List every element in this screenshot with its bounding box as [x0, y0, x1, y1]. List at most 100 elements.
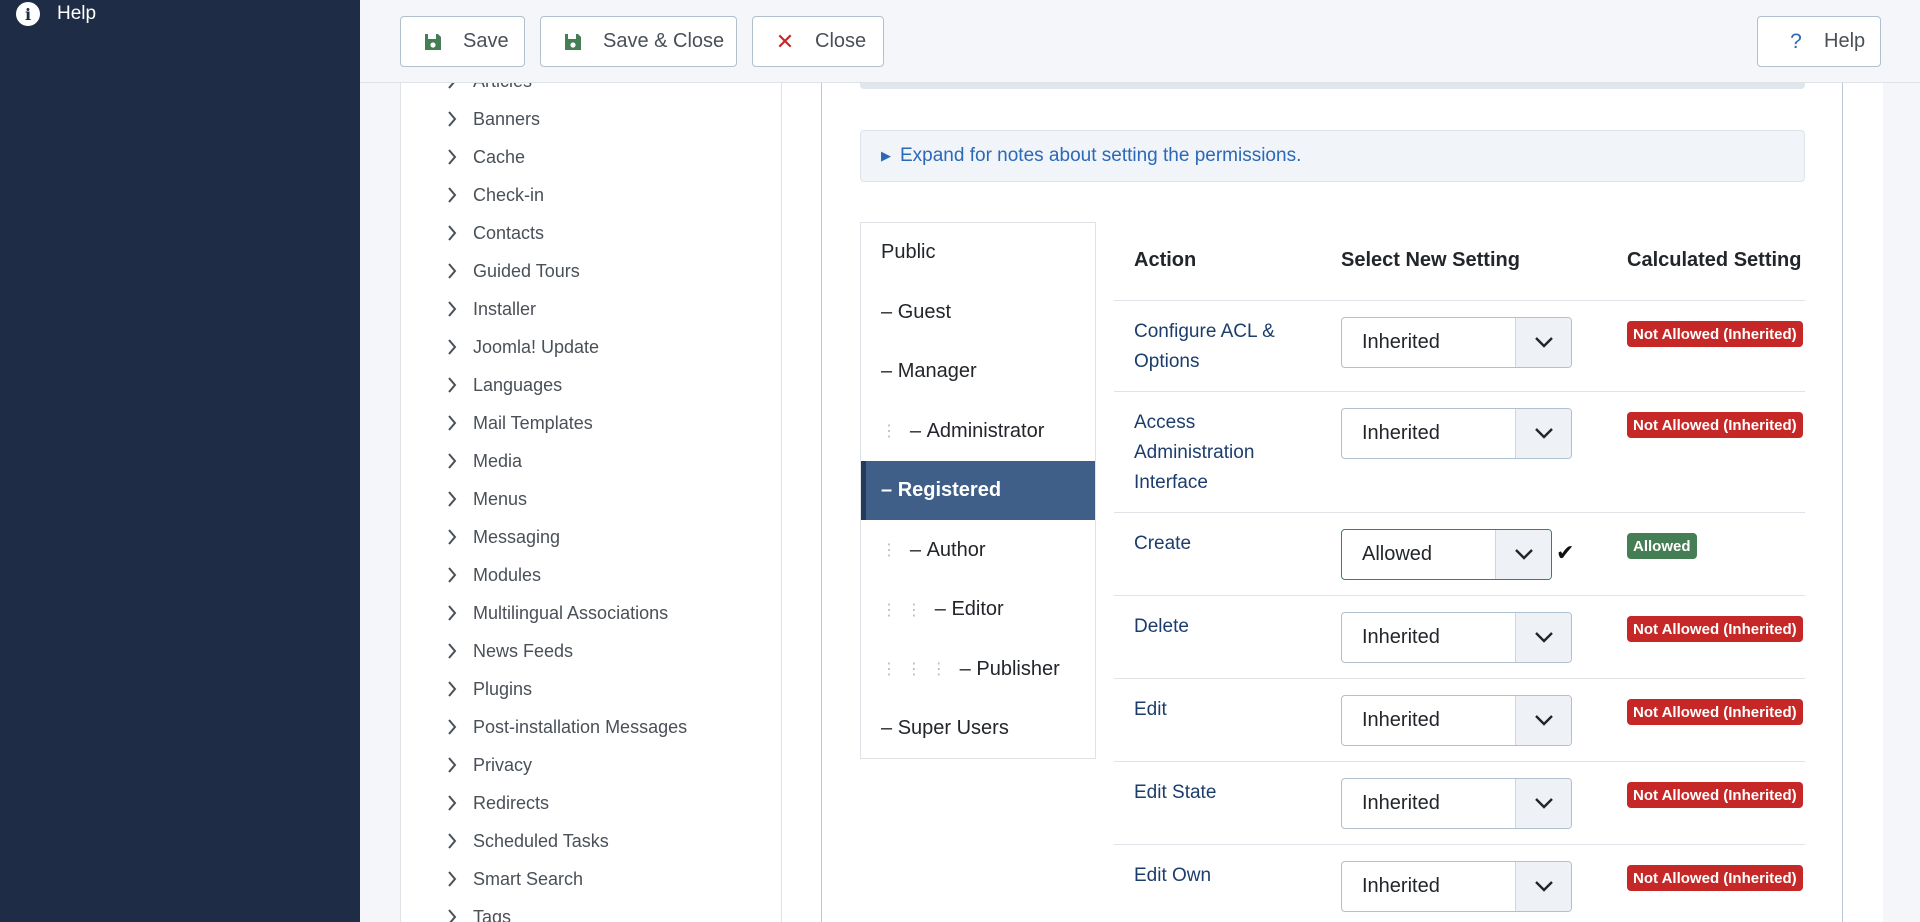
component-label: News Feeds [473, 640, 574, 661]
component-label: Tags [473, 906, 512, 922]
group-prefix: – [881, 479, 898, 501]
component-item[interactable]: Joomla! Update [447, 333, 599, 361]
calculated-setting-badge: Not Allowed (Inherited) [1627, 321, 1803, 347]
user-group-public[interactable]: Public [861, 223, 1095, 282]
user-group-manager[interactable]: – Manager [861, 342, 1095, 401]
sidebar-help-label: Help [57, 3, 97, 24]
calculated-setting-badge: Not Allowed (Inherited) [1627, 865, 1803, 891]
save-button[interactable]: Save [400, 16, 525, 67]
component-item[interactable]: Cache [447, 143, 525, 171]
user-group-administrator[interactable]: ⋮ – Administrator [861, 402, 1095, 461]
group-label: Guest [897, 300, 952, 323]
component-label: Modules [473, 564, 542, 585]
setting-select[interactable]: Inherited [1341, 861, 1572, 912]
setting-select[interactable]: Inherited [1341, 317, 1572, 368]
user-group-super-users[interactable]: – Super Users [861, 699, 1095, 758]
panel-top-strip [860, 83, 1805, 89]
sidebar-help-link[interactable]: i Help [16, 2, 96, 26]
chevron-right-icon [447, 529, 459, 545]
toolbar: Save Save & Close ✕ Close ? Help [360, 0, 1920, 83]
component-label: Media [473, 450, 523, 471]
action-label: Configure ACL & Options [1134, 321, 1275, 372]
user-group-publisher[interactable]: ⋮ ⋮ ⋮ – Publisher [861, 640, 1095, 699]
user-group-editor[interactable]: ⋮ ⋮ – Editor [861, 580, 1095, 639]
help-label: Help [1824, 30, 1866, 52]
component-item[interactable]: Guided Tours [447, 257, 580, 285]
setting-select[interactable]: Inherited [1341, 612, 1572, 663]
chevron-right-icon [447, 719, 459, 735]
user-group-registered[interactable]: – Registered [861, 461, 1095, 520]
component-item[interactable]: Redirects [447, 789, 549, 817]
chevron-right-icon [447, 339, 459, 355]
component-label: Banners [473, 108, 541, 129]
permission-row: Edit State Inherited Not Allowed (Inherite… [1114, 761, 1805, 844]
help-button[interactable]: ? Help [1757, 16, 1881, 67]
chevron-right-icon [447, 111, 459, 127]
setting-select[interactable]: Inherited [1341, 778, 1572, 829]
group-label: Publisher [976, 657, 1060, 680]
component-label: Articles [473, 83, 532, 92]
component-label: Mail Templates [473, 412, 593, 433]
component-item[interactable]: Messaging [447, 523, 560, 551]
component-item[interactable]: Scheduled Tasks [447, 827, 609, 855]
group-label: Registered [897, 479, 1002, 501]
permission-row: Create Allowed ✔ Allowed [1114, 512, 1805, 595]
permission-row: Access Administration Interface Inherited… [1114, 391, 1805, 512]
close-button[interactable]: ✕ Close [752, 16, 884, 67]
group-prefix: – [881, 300, 898, 323]
setting-select[interactable]: Inherited [1341, 408, 1572, 459]
drag-handle-icon: ⋮ [881, 423, 906, 440]
calculated-setting-badge: Not Allowed (Inherited) [1627, 782, 1803, 808]
action-label: Delete [1134, 616, 1189, 637]
component-item[interactable]: Check-in [447, 181, 544, 209]
action-label: Edit State [1134, 782, 1217, 803]
group-label: Author [926, 538, 986, 561]
component-item[interactable]: Installer [447, 295, 536, 323]
permission-row: Edit Inherited Not Allowed (Inherited) [1114, 678, 1805, 761]
component-item[interactable]: Articles [447, 83, 532, 95]
component-item[interactable]: Modules [447, 561, 541, 589]
component-list: Articles Banners Cache Check-in Contacts Guid… [401, 83, 782, 922]
component-label: Contacts [473, 222, 545, 243]
user-group-guest[interactable]: – Guest [861, 283, 1095, 342]
component-item[interactable]: Menus [447, 485, 527, 513]
component-item[interactable]: Contacts [447, 219, 544, 247]
component-label: Privacy [473, 754, 533, 775]
chevron-right-icon [447, 453, 459, 469]
expand-notes-toggle[interactable]: ▶ Expand for notes about setting the per… [860, 130, 1805, 182]
component-label: Cache [473, 146, 526, 167]
component-label: Multilingual Associations [473, 602, 669, 623]
setting-select[interactable]: Allowed [1341, 529, 1552, 580]
chevron-down-icon [1515, 862, 1571, 911]
component-item[interactable]: Privacy [447, 751, 532, 779]
component-label: Joomla! Update [473, 336, 600, 357]
save-close-button[interactable]: Save & Close [540, 16, 737, 67]
component-label: Messaging [473, 526, 561, 547]
component-label: Plugins [473, 678, 533, 699]
setting-select[interactable]: Inherited [1341, 695, 1572, 746]
component-item[interactable]: Banners [447, 105, 540, 133]
action-label: Access Administration Interface [1134, 412, 1255, 493]
chevron-right-icon [447, 643, 459, 659]
main-area: Save Save & Close ✕ Close ? Help Article… [360, 0, 1920, 922]
column-header-action: Action [1134, 249, 1197, 271]
drag-handle-icon: ⋮ ⋮ ⋮ [881, 661, 956, 678]
chevron-right-icon [447, 795, 459, 811]
component-item[interactable]: Mail Templates [447, 409, 593, 437]
component-item[interactable]: Tags [447, 903, 511, 922]
user-group-author[interactable]: ⋮ – Author [861, 521, 1095, 580]
component-item[interactable]: News Feeds [447, 637, 573, 665]
permission-row: Delete Inherited Not Allowed (Inherited) [1114, 595, 1805, 678]
setting-value: Inherited [1362, 792, 1440, 814]
component-item[interactable]: Multilingual Associations [447, 599, 668, 627]
checkmark-icon: ✔ [1556, 540, 1575, 565]
component-item[interactable]: Media [447, 447, 522, 475]
component-item[interactable]: Smart Search [447, 865, 583, 893]
setting-value: Inherited [1362, 331, 1440, 353]
component-item[interactable]: Languages [447, 371, 562, 399]
component-label: Post-installation Messages [473, 716, 688, 737]
component-item[interactable]: Post-installation Messages [447, 713, 687, 741]
component-item[interactable]: Plugins [447, 675, 532, 703]
group-prefix: – [959, 657, 977, 680]
content-card: Articles Banners Cache Check-in Contacts Guid… [400, 83, 1883, 922]
